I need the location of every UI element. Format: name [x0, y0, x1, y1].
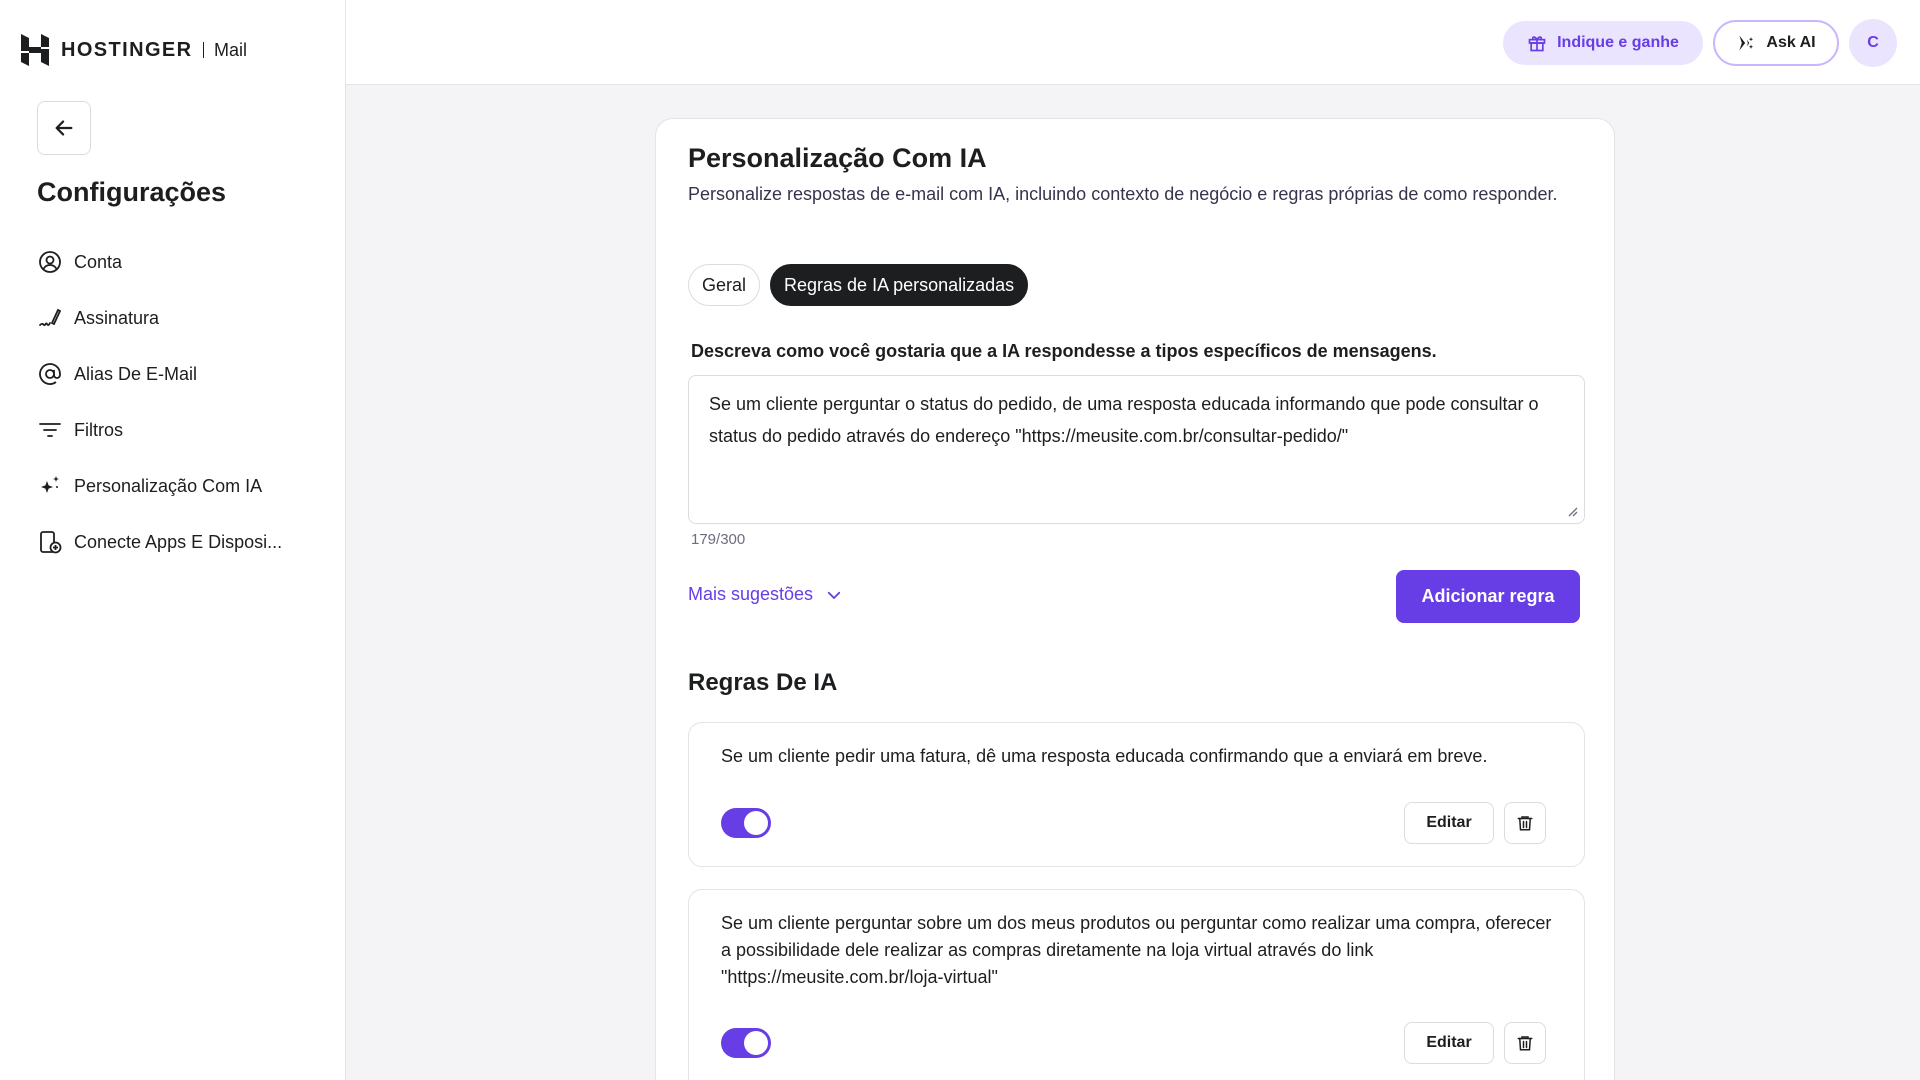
brand-product: Mail — [214, 39, 248, 60]
rule-enabled-toggle[interactable] — [721, 1028, 771, 1058]
sidebar-item-conta[interactable]: Conta — [37, 234, 282, 290]
back-button[interactable] — [37, 101, 91, 155]
sidebar-item-conecte-apps[interactable]: Conecte Apps E Disposi... — [37, 514, 282, 570]
trash-icon — [1517, 816, 1533, 831]
edit-rule-button[interactable]: Editar — [1404, 1022, 1494, 1064]
resize-grip-icon[interactable] — [1566, 505, 1578, 517]
sidebar-item-filtros[interactable]: Filtros — [37, 402, 282, 458]
delete-rule-button[interactable] — [1504, 1022, 1546, 1064]
gift-icon — [1528, 36, 1546, 52]
sidebar-item-alias[interactable]: Alias De E-Mail — [37, 346, 282, 402]
rule-text: Se um cliente pedir uma fatura, dê uma r… — [721, 746, 1488, 766]
brand-name: HOSTINGER — [61, 38, 193, 61]
refer-label: Indique e ganhe — [1557, 34, 1679, 51]
delete-rule-button[interactable] — [1504, 802, 1546, 844]
rule-prompt-label: Descreva como você gostaria que a IA res… — [691, 341, 1437, 361]
avatar[interactable]: C — [1849, 19, 1897, 67]
rule-textarea-value: Se um cliente perguntar o status do pedi… — [709, 394, 1539, 446]
rules-section-title: Regras De IA — [688, 669, 838, 696]
ask-ai-button[interactable]: Ask AI — [1713, 20, 1839, 66]
topbar: Indique e ganhe Ask AI C — [346, 0, 1920, 85]
toggle-knob — [744, 1031, 768, 1055]
brand[interactable]: HOSTINGER Mail — [21, 34, 247, 66]
user-circle-icon — [37, 249, 63, 275]
hostinger-logo-icon — [21, 34, 49, 66]
tab-regras-personalizadas[interactable]: Regras de IA personalizadas — [770, 264, 1029, 306]
ask-ai-label: Ask AI — [1766, 34, 1816, 51]
brand-divider — [202, 42, 204, 58]
arrow-left-icon — [55, 120, 73, 136]
sidebar-item-label: Personalização Com IA — [74, 475, 263, 496]
rule-card: Se um cliente perguntar sobre um dos meu… — [688, 889, 1585, 1080]
rule-textarea[interactable]: Se um cliente perguntar o status do pedi… — [688, 375, 1585, 524]
toggle-knob — [744, 811, 768, 835]
add-rule-button[interactable]: Adicionar regra — [1396, 570, 1580, 623]
app-root: HOSTINGER Mail Configurações Conta Assin… — [0, 0, 1920, 1080]
settings-title: Configurações — [37, 177, 227, 207]
more-suggestions-label: Mais sugestões — [688, 584, 814, 604]
sidebar-item-label: Filtros — [74, 419, 123, 440]
character-counter: 179/300 — [691, 531, 746, 548]
page-description: Personalize respostas de e-mail com IA, … — [688, 184, 1558, 204]
sidebar-item-assinatura[interactable]: Assinatura — [37, 290, 282, 346]
sidebar-item-label: Conecte Apps E Disposi... — [74, 531, 283, 552]
sidebar: HOSTINGER Mail Configurações Conta Assin… — [0, 0, 346, 1080]
ai-personalization-card: Personalização Com IA Personalize respos… — [655, 118, 1615, 1080]
main-content: Indique e ganhe Ask AI C Personalização … — [346, 0, 1920, 1080]
page-title: Personalização Com IA — [688, 143, 987, 173]
chevron-down-icon — [827, 591, 841, 599]
signature-icon — [37, 305, 63, 331]
rule-text: Se um cliente perguntar sobre um dos meu… — [721, 913, 1552, 987]
sparkles-icon — [37, 473, 63, 499]
sidebar-item-label: Conta — [74, 251, 123, 272]
sidebar-item-label: Alias De E-Mail — [74, 363, 198, 384]
trash-icon — [1517, 1036, 1533, 1051]
refer-and-earn-button[interactable]: Indique e ganhe — [1503, 21, 1703, 65]
sidebar-item-personalizacao-ia[interactable]: Personalização Com IA — [37, 458, 282, 514]
ai-spark-icon — [1739, 35, 1754, 51]
device-add-icon — [37, 529, 63, 555]
settings-nav: Conta Assinatura Alias De E-Mail Filtros — [37, 234, 282, 570]
at-sign-icon — [37, 361, 63, 387]
tab-geral[interactable]: Geral — [688, 264, 761, 306]
sidebar-item-label: Assinatura — [74, 307, 160, 328]
tabs: Geral Regras de IA personalizadas — [688, 264, 1029, 306]
rule-enabled-toggle[interactable] — [721, 808, 771, 838]
filter-icon — [37, 417, 63, 443]
edit-rule-button[interactable]: Editar — [1404, 802, 1494, 844]
more-suggestions-toggle[interactable]: Mais sugestões — [688, 584, 843, 605]
rule-card: Se um cliente pedir uma fatura, dê uma r… — [688, 722, 1585, 867]
